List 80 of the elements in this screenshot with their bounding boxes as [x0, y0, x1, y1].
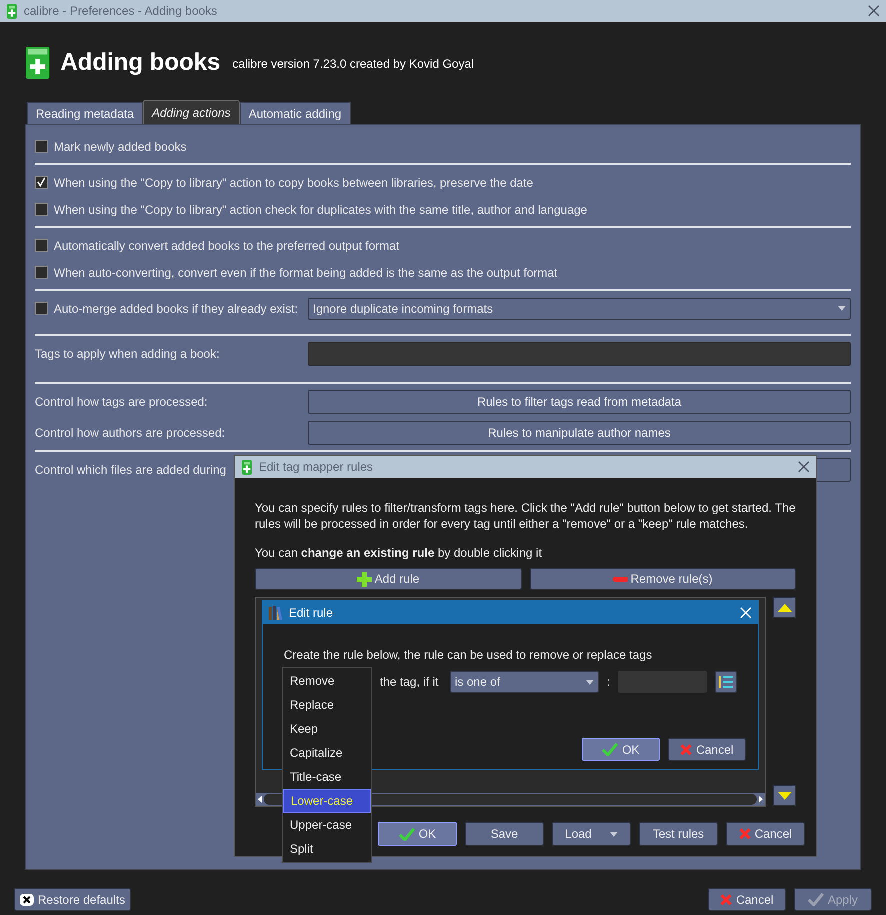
button[interactable]: Cancel: [726, 822, 805, 846]
field-label: Control which files are added during: [35, 462, 226, 478]
menu-item[interactable]: Remove: [283, 669, 371, 693]
check-icon: [602, 743, 618, 756]
page-title: Adding books: [60, 48, 221, 78]
caret-icon: [610, 832, 618, 836]
checkbox-label[interactable]: When auto-converting, convert even if the format being added is the same as the output format: [54, 264, 558, 282]
move-up-button[interactable]: [773, 597, 796, 618]
book-plus-icon: [6, 4, 18, 18]
checkbox[interactable]: [35, 302, 48, 315]
close-icon: [798, 461, 810, 473]
checkbox-label[interactable]: When using the "Copy to library" action to copy books between libraries, preserve the date: [54, 174, 534, 192]
button[interactable]: Cancel: [708, 888, 786, 911]
field-label: Control how authors are processed:: [35, 424, 226, 442]
books-icon: [269, 606, 283, 620]
book-plus-icon: [25, 47, 51, 79]
cross-icon: [720, 894, 732, 906]
version-text: calibre version 7.23.0 created by Kovid Goyal: [232, 56, 474, 73]
tab[interactable]: Automatic adding: [240, 102, 351, 124]
dropdown[interactable]: is one of: [450, 671, 599, 693]
menu-item[interactable]: Capitalize: [283, 741, 371, 765]
intro-text: You can specify rules to filter/transform tags here. Click the "Add rule" button below to get started. The rules will be processed in order for every tag until either a "remove" or a "keep" rule matches.: [255, 500, 796, 532]
up-arrow-icon: [778, 604, 792, 612]
tab[interactable]: Adding actions: [143, 100, 240, 124]
plus-icon: [356, 572, 372, 586]
tab[interactable]: Reading metadata: [27, 102, 144, 124]
field-label: Control how tags are processed:: [35, 394, 208, 410]
checkbox-label[interactable]: Automatically convert added books to the preferred output format: [54, 236, 400, 254]
remove-rule-button[interactable]: Remove rule(s): [530, 568, 796, 590]
button[interactable]: Restore defaults: [14, 888, 132, 911]
button[interactable]: OK: [378, 822, 457, 846]
checkbox[interactable]: [35, 266, 48, 279]
add-rule-button[interactable]: Add rule: [255, 568, 522, 590]
checkbox[interactable]: [35, 239, 48, 252]
menu-item[interactable]: Upper-case: [283, 813, 371, 837]
button[interactable]: Test rules: [639, 822, 718, 846]
menu-item[interactable]: Title-case: [283, 765, 371, 789]
rule-description: Create the rule below, the rule can be used to remove or replace tags: [284, 647, 654, 664]
list-icon: [719, 676, 734, 688]
cross-icon: [680, 744, 692, 756]
button[interactable]: Cancel: [668, 738, 746, 761]
minus-icon: [612, 576, 628, 582]
caret-icon: [586, 680, 594, 684]
down-arrow-icon: [778, 792, 792, 800]
left-arrow-icon: [258, 796, 262, 803]
close-icon: [868, 5, 880, 17]
book-plus-icon: [241, 460, 253, 474]
input-field[interactable]: [308, 342, 851, 366]
button[interactable]: OK: [582, 738, 660, 761]
menu-item[interactable]: Split: [283, 837, 371, 861]
check-icon: [398, 828, 415, 840]
check-icon: [808, 893, 824, 906]
list-button[interactable]: [715, 671, 738, 693]
button[interactable]: Load: [552, 822, 631, 846]
cross-icon: [20, 894, 34, 906]
checkbox-label[interactable]: When using the "Copy to library" action check for duplicates with the same title, author and language: [54, 200, 588, 218]
menu-item[interactable]: Lower-case: [283, 789, 371, 813]
move-down-button[interactable]: [773, 785, 796, 806]
right-arrow-icon: [759, 796, 763, 803]
condition-label: the tag, if it: [380, 674, 440, 691]
button[interactable]: Rules to filter tags read from metadata: [308, 390, 851, 414]
button[interactable]: Save: [465, 822, 544, 846]
close-icon: [740, 606, 752, 618]
separator-text: :: [607, 674, 610, 691]
field-label: Tags to apply when adding a book:: [35, 346, 220, 362]
dialog-title: Edit tag mapper rules: [259, 459, 374, 476]
dialog-title: Edit rule: [289, 604, 334, 622]
checkbox-label[interactable]: Mark newly added books: [54, 138, 187, 156]
checkbox[interactable]: [35, 140, 48, 153]
cross-icon: [738, 828, 751, 840]
window-title: calibre - Preferences - Adding books: [24, 3, 218, 20]
menu-item[interactable]: Keep: [283, 717, 371, 741]
dropdown[interactable]: Ignore duplicate incoming formats: [308, 298, 851, 320]
button[interactable]: Rules to manipulate author names: [308, 420, 851, 444]
checkbox[interactable]: [35, 203, 48, 216]
caret-icon: [838, 306, 846, 311]
checkbox-label[interactable]: Auto-merge added books if they already exist:: [54, 300, 298, 318]
hint-text: You can change an existing rule by double clicking it: [255, 545, 544, 562]
menu-item[interactable]: Replace: [283, 693, 371, 717]
checkbox[interactable]: [35, 176, 48, 189]
